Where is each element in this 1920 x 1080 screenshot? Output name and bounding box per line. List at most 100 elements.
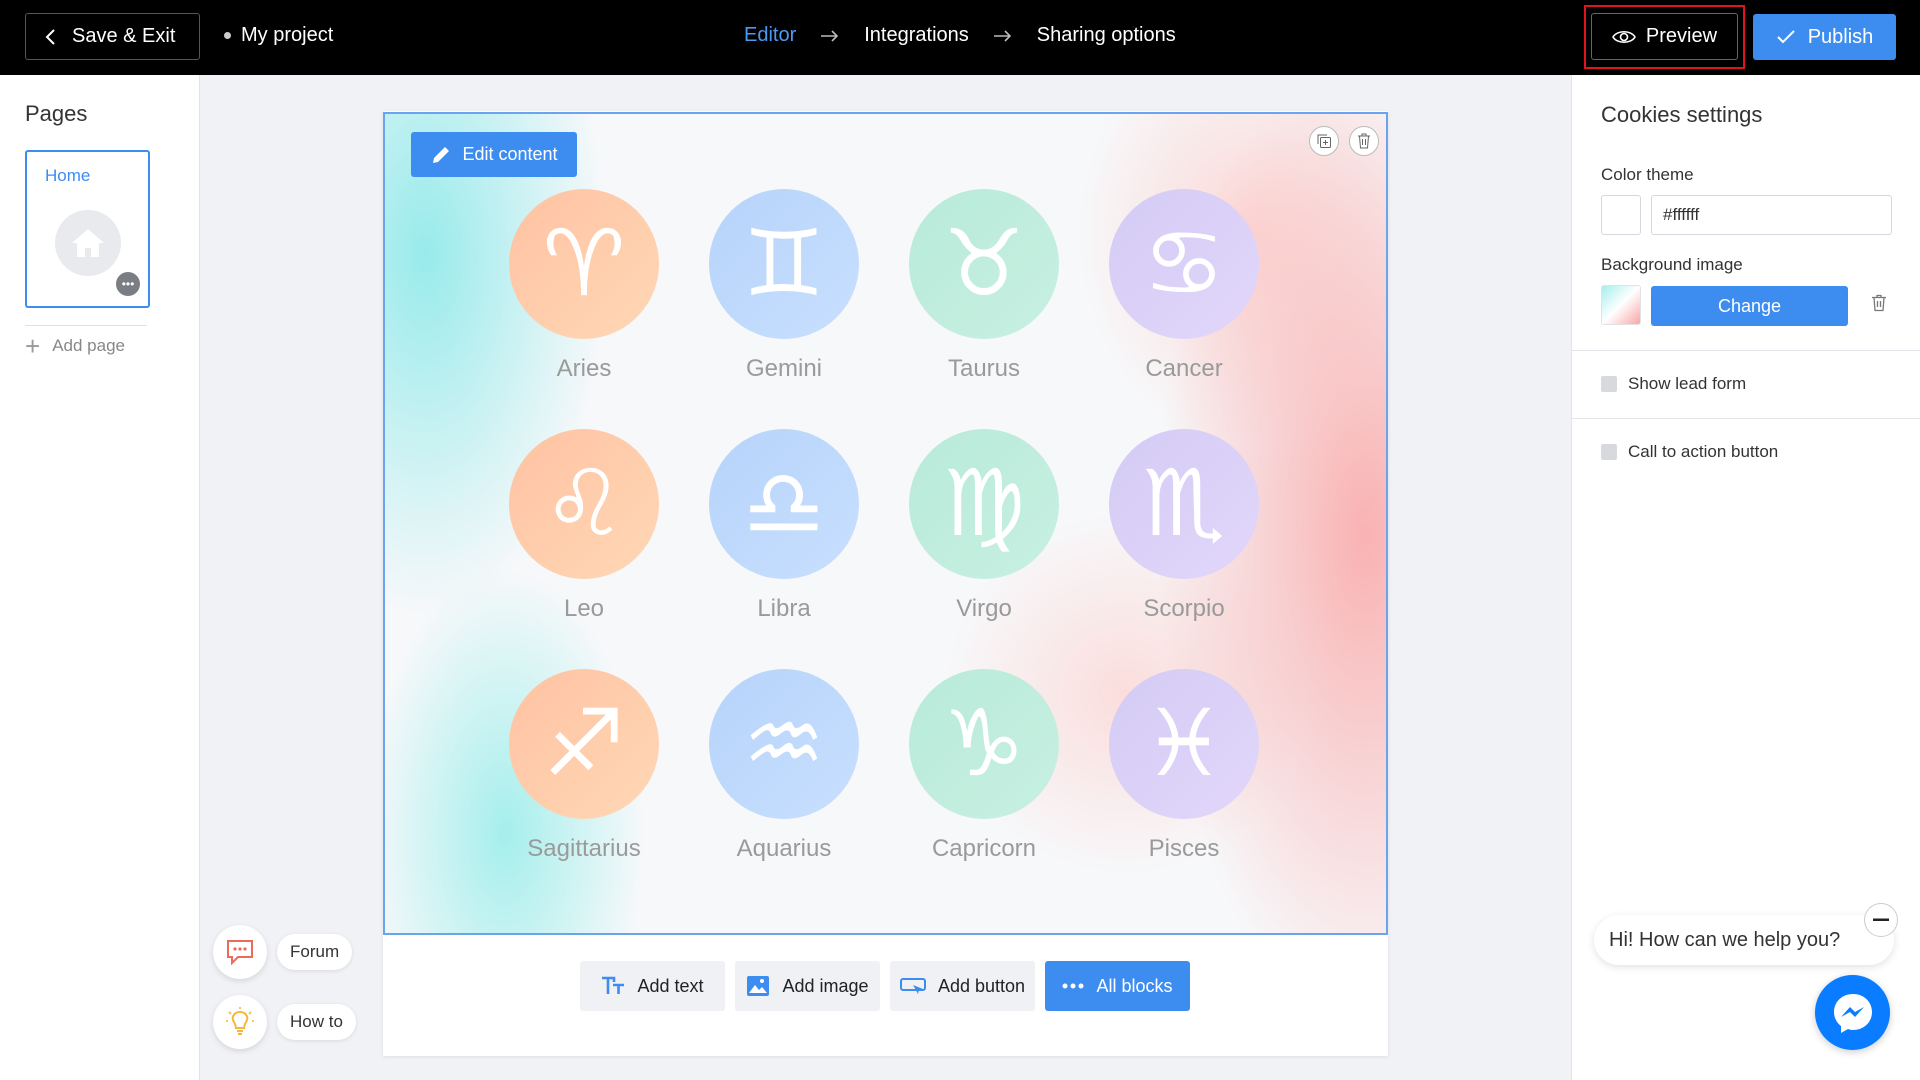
preview-label: Preview	[1645, 25, 1718, 47]
zodiac-item-taurus[interactable]: ♉ Taurus	[909, 189, 1059, 383]
change-background-button[interactable]: Change	[1651, 286, 1848, 326]
pages-title: Pages	[25, 101, 88, 126]
zodiac-item-virgo[interactable]: ♍ Virgo	[909, 429, 1059, 623]
save-exit-label: Save & Exit	[72, 25, 176, 47]
eye-icon	[1611, 30, 1636, 43]
unsaved-dot-icon	[224, 32, 231, 39]
more-options-icon[interactable]: •••	[116, 272, 140, 296]
publish-button[interactable]: Publish	[1753, 14, 1896, 60]
aries-icon: ♈	[509, 189, 659, 339]
libra-icon: ♎	[709, 429, 859, 579]
zodiac-item-scorpio[interactable]: ♏ Scorpio	[1109, 429, 1259, 623]
leo-icon: ♌	[509, 429, 659, 579]
page-thumbnail-home[interactable]: Home •••	[25, 150, 150, 308]
zodiac-glyph: ♐	[542, 690, 626, 797]
publish-label: Publish	[1807, 25, 1874, 48]
add-page-label: Add page	[52, 336, 125, 355]
messenger-icon[interactable]	[1815, 975, 1890, 1050]
page-label: Home	[45, 166, 91, 185]
zodiac-item-aries[interactable]: ♈ Aries	[509, 189, 659, 383]
step-editor[interactable]: Editor	[744, 24, 796, 47]
step-integrations[interactable]: Integrations	[864, 24, 969, 47]
gemini-icon: ♊	[709, 189, 859, 339]
add-button-label: Add button	[937, 975, 1026, 996]
zodiac-item-pisces[interactable]: ♓ Pisces	[1109, 669, 1259, 863]
zodiac-item-aquarius[interactable]: ♒ Aquarius	[709, 669, 859, 863]
zodiac-item-leo[interactable]: ♌ Leo	[509, 429, 659, 623]
edit-content-label: Edit content	[462, 144, 558, 164]
color-swatch[interactable]	[1601, 195, 1641, 235]
checkbox-icon	[1601, 444, 1617, 460]
taurus-icon: ♉	[909, 189, 1059, 339]
zodiac-glyph: ♎	[742, 450, 826, 557]
arrow-right-icon	[993, 29, 1011, 42]
preview-button[interactable]: Preview	[1591, 13, 1738, 60]
zodiac-name: Pisces	[1148, 835, 1220, 862]
add-image-label: Add image	[782, 975, 869, 996]
duplicate-icon[interactable]	[1309, 126, 1339, 156]
zodiac-item-capricorn[interactable]: ♑ Capricorn	[909, 669, 1059, 863]
step-navigation: Editor Integrations Sharing options	[744, 24, 1176, 47]
background-image-label: Background image	[1601, 255, 1743, 274]
settings-title: Cookies settings	[1601, 102, 1763, 127]
cta-button-checkbox[interactable]: Call to action button	[1601, 442, 1778, 462]
forum-link[interactable]: Forum	[213, 925, 353, 979]
dots-icon	[1062, 983, 1084, 989]
arrow-right-icon	[821, 29, 839, 42]
zodiac-block[interactable]: Edit content ♈ Aries ♊ Gemini ♉ Taurus ♋ Cancer…	[383, 112, 1388, 935]
zodiac-item-cancer[interactable]: ♋ Cancer	[1109, 189, 1259, 383]
forum-label: Forum	[277, 934, 353, 970]
all-blocks-label: All blocks	[1096, 975, 1173, 996]
zodiac-name: Taurus	[947, 355, 1021, 382]
virgo-icon: ♍	[909, 429, 1059, 579]
color-theme-input[interactable]	[1651, 195, 1892, 235]
minimize-icon[interactable]	[1864, 903, 1898, 937]
chat-greeting[interactable]: Hi! How can we help you?	[1594, 915, 1894, 965]
background-thumbnail	[1601, 285, 1641, 325]
project-name-label: My project	[241, 24, 334, 46]
add-page-button[interactable]: + Add page	[25, 333, 125, 359]
zodiac-glyph: ♑	[942, 690, 1026, 797]
zodiac-glyph: ♊	[742, 210, 826, 317]
image-icon	[747, 976, 770, 996]
zodiac-name: Cancer	[1145, 355, 1223, 382]
pencil-icon	[433, 146, 450, 163]
zodiac-item-libra[interactable]: ♎ Libra	[709, 429, 859, 623]
zodiac-name: Scorpio	[1143, 595, 1225, 622]
divider	[1572, 350, 1920, 351]
lightbulb-icon	[213, 995, 267, 1049]
show-lead-form-checkbox[interactable]: Show lead form	[1601, 374, 1746, 394]
zodiac-name: Gemini	[745, 355, 823, 382]
sagittarius-icon: ♐	[509, 669, 659, 819]
howto-link[interactable]: How to	[213, 995, 356, 1049]
zodiac-item-gemini[interactable]: ♊ Gemini	[709, 189, 859, 383]
button-icon	[899, 978, 926, 994]
add-image-button[interactable]: Add image	[735, 961, 880, 1011]
chat-message: Hi! How can we help you?	[1609, 928, 1841, 951]
add-button-button[interactable]: Add button	[890, 961, 1035, 1011]
zodiac-glyph: ♒	[742, 690, 826, 797]
scorpio-icon: ♏	[1109, 429, 1259, 579]
project-name[interactable]: My project	[224, 24, 333, 47]
add-text-button[interactable]: Add text	[580, 961, 725, 1011]
color-theme-label: Color theme	[1601, 165, 1694, 184]
all-blocks-button[interactable]: All blocks	[1045, 961, 1190, 1011]
zodiac-glyph: ♏	[1142, 450, 1226, 557]
step-sharing-options[interactable]: Sharing options	[1037, 24, 1176, 47]
save-exit-button[interactable]: Save & Exit	[25, 13, 200, 60]
chat-bubble-icon	[213, 925, 267, 979]
text-icon	[602, 976, 625, 994]
zodiac-name: Capricorn	[931, 835, 1037, 862]
trash-icon[interactable]	[1871, 294, 1887, 317]
cancer-icon: ♋	[1109, 189, 1259, 339]
change-label: Change	[1717, 295, 1782, 316]
zodiac-glyph: ♌	[542, 450, 626, 557]
aquarius-icon: ♒	[709, 669, 859, 819]
zodiac-item-sagittarius[interactable]: ♐ Sagittarius	[509, 669, 659, 863]
chevron-left-icon	[45, 28, 55, 45]
zodiac-glyph: ♋	[1142, 210, 1226, 317]
pages-panel: Pages Home ••• + Add page	[0, 75, 200, 1080]
plus-icon: +	[25, 331, 41, 361]
trash-icon[interactable]	[1349, 126, 1379, 156]
edit-content-button[interactable]: Edit content	[411, 132, 577, 177]
